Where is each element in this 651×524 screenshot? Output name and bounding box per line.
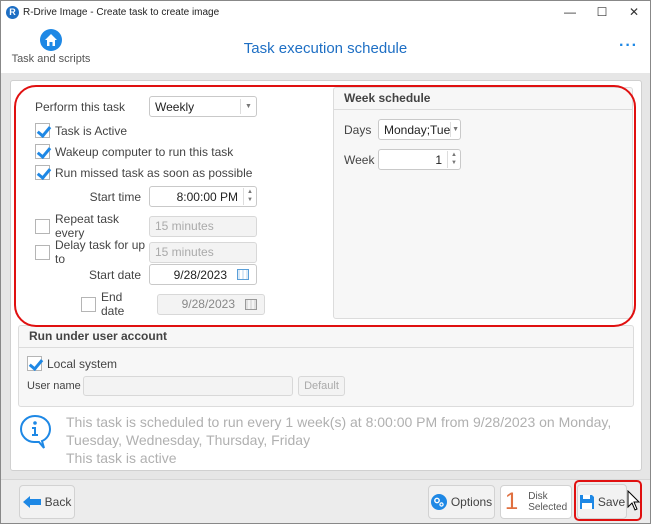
repeat-label: Repeat task every [55, 212, 120, 240]
start-date-value: 9/28/2023 [173, 267, 227, 282]
calendar-icon[interactable] [237, 269, 249, 280]
app-window: R R-Drive Image - Create task to create … [0, 0, 651, 524]
local-system-checkbox[interactable] [27, 356, 42, 371]
title-bar: R R-Drive Image - Create task to create … [1, 1, 650, 23]
run-missed-label: Run missed task as soon as possible [55, 165, 253, 180]
save-label: Save [597, 494, 626, 509]
spinner-icon[interactable]: ▲ ▼ [447, 151, 460, 168]
disk-selected-indicator[interactable]: 1 Disk Selected [500, 485, 572, 519]
spinner-icon[interactable]: ▲ ▼ [243, 188, 256, 205]
week-schedule-panel: Week schedule Days Monday;Tue ▼ Week 1 ▲… [333, 87, 633, 319]
user-name-field[interactable] [83, 376, 293, 396]
days-select[interactable]: Monday;Tue ▼ [378, 119, 461, 140]
delay-row: Delay task for up to 15 minutes [35, 238, 257, 266]
save-button[interactable]: Save [577, 484, 627, 519]
summary-line-2: Tuesday, Wednesday, Thursday, Friday [66, 432, 311, 448]
arrow-left-icon [22, 496, 41, 508]
options-button[interactable]: Options [428, 485, 495, 519]
user-name-label: User name [27, 380, 81, 392]
task-active-checkbox[interactable] [35, 123, 50, 138]
default-button[interactable]: Default [298, 376, 345, 396]
start-date-label: Start date [88, 267, 141, 282]
end-date-label: End date [101, 290, 125, 318]
task-active-row[interactable]: Task is Active [35, 123, 127, 138]
calendar-icon[interactable] [245, 298, 257, 310]
disk-label: Disk [528, 491, 548, 502]
start-date-row: Start date 9/28/2023 [35, 264, 257, 285]
week-spinner[interactable]: 1 ▲ ▼ [378, 149, 461, 170]
delay-checkbox[interactable] [35, 244, 50, 260]
summary-line-1: This task is scheduled to run every 1 we… [66, 414, 612, 430]
wakeup-label: Wakeup computer to run this task [55, 144, 234, 159]
page-title: Task execution schedule [243, 40, 408, 57]
week-label: Week [344, 152, 375, 167]
perform-label: Perform this task [35, 99, 126, 114]
perform-value: Weekly [155, 99, 195, 114]
header: Task and scripts Task execution schedule… [1, 23, 650, 73]
summary-line-3: This task is active [66, 450, 177, 466]
schedule-summary: This task is scheduled to run every 1 we… [66, 413, 626, 467]
start-date-picker[interactable]: 9/28/2023 [149, 264, 257, 285]
week-schedule-title: Week schedule [334, 88, 632, 110]
chevron-down-icon: ▼ [240, 99, 256, 114]
delay-interval-field[interactable]: 15 minutes [149, 241, 257, 263]
floppy-disk-icon [579, 494, 594, 509]
app-logo-icon: R [6, 5, 19, 19]
back-button[interactable]: Back [19, 485, 75, 519]
local-system-row[interactable]: Local system [27, 356, 117, 371]
maximize-button[interactable]: ☐ [586, 1, 618, 23]
info-icon [19, 414, 53, 453]
mouse-cursor-icon [627, 490, 641, 511]
user-account-title: Run under user account [19, 326, 633, 348]
chevron-down-icon: ▼ [450, 122, 460, 137]
days-value: Monday;Tue [384, 122, 451, 137]
delay-label: Delay task for up to [55, 238, 146, 266]
disk-count: 1 [504, 488, 519, 515]
user-account-panel: Run under user account Local system User… [18, 325, 634, 407]
minimize-button[interactable]: — [554, 1, 586, 23]
end-date-checkbox[interactable] [81, 296, 96, 312]
options-label: Options [450, 495, 493, 509]
back-label: Back [44, 495, 72, 509]
local-system-label: Local system [47, 356, 118, 371]
repeat-checkbox[interactable] [35, 218, 50, 234]
end-date-value: 9/28/2023 [181, 297, 235, 311]
week-row: Week 1 ▲ ▼ [344, 149, 461, 170]
run-missed-row[interactable]: Run missed task as soon as possible [35, 165, 252, 180]
end-date-picker[interactable]: 9/28/2023 [157, 293, 265, 315]
wakeup-row[interactable]: Wakeup computer to run this task [35, 144, 233, 159]
days-row: Days Monday;Tue ▼ [344, 119, 461, 140]
start-time-row: Start time 8:00:00 PM ▲ ▼ [35, 186, 257, 207]
repeat-row: Repeat task every 15 minutes [35, 212, 257, 240]
perform-select[interactable]: Weekly ▼ [149, 96, 257, 117]
week-value: 1 [435, 152, 442, 167]
perform-row: Perform this task Weekly ▼ [35, 96, 257, 117]
task-active-label: Task is Active [55, 123, 128, 138]
start-time-label: Start time [89, 189, 141, 204]
gear-icon [430, 494, 447, 510]
more-options-icon[interactable]: ··· [619, 37, 638, 55]
repeat-interval-field[interactable]: 15 minutes [149, 215, 257, 237]
close-button[interactable]: ✕ [618, 1, 650, 23]
run-missed-checkbox[interactable] [35, 165, 50, 180]
selected-label: Selected [528, 502, 568, 513]
wakeup-checkbox[interactable] [35, 144, 50, 159]
window-title: R-Drive Image - Create task to create im… [23, 6, 220, 18]
days-label: Days [344, 122, 372, 137]
end-date-row: End date 9/28/2023 [81, 290, 265, 318]
start-time-value: 8:00:00 PM [176, 189, 238, 204]
user-name-row: User name Default [27, 376, 345, 396]
start-time-input[interactable]: 8:00:00 PM ▲ ▼ [149, 186, 257, 207]
